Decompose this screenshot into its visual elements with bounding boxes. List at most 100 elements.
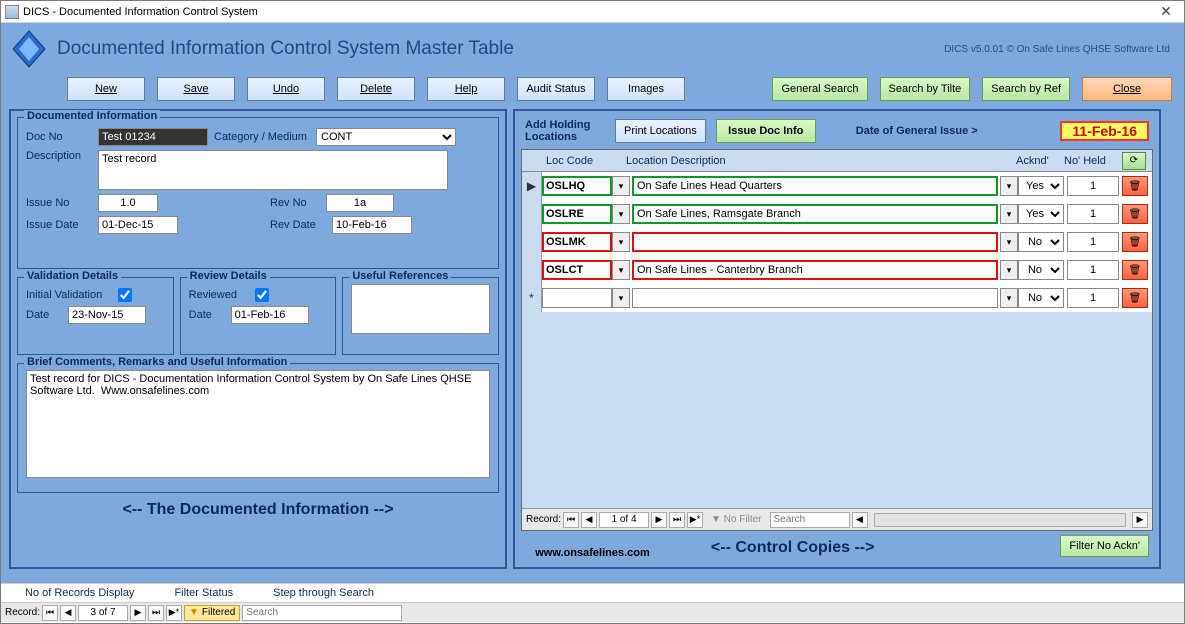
loc-code-dropdown[interactable]: ▾ — [612, 232, 630, 252]
comments-input[interactable]: Test record for DICS - Documentation Inf… — [26, 370, 490, 478]
main-nav-next-button[interactable]: ▶ — [130, 605, 146, 621]
no-held-input[interactable] — [1067, 288, 1119, 308]
images-button[interactable]: Images — [607, 77, 685, 101]
reviewed-checkbox[interactable] — [255, 288, 269, 302]
search-by-title-button[interactable]: Search by Tilte — [880, 77, 971, 101]
grid-hscroll[interactable] — [874, 513, 1127, 527]
search-by-ref-button[interactable]: Search by Ref — [982, 77, 1070, 101]
review-date-input[interactable] — [231, 306, 309, 324]
loc-code-input[interactable] — [542, 288, 612, 308]
main-search-input[interactable] — [242, 605, 402, 621]
save-button[interactable]: Save — [157, 77, 235, 101]
audit-status-button[interactable]: Audit Status — [517, 77, 595, 101]
main-nav-first-button[interactable]: ⏮ — [42, 605, 58, 621]
acknd-select[interactable]: Yes — [1018, 176, 1064, 196]
loc-code-dropdown[interactable]: ▾ — [612, 176, 630, 196]
useful-refs-input[interactable] — [351, 284, 490, 334]
grid-refresh-button[interactable]: ⟳ — [1122, 152, 1146, 170]
row-selector[interactable] — [522, 228, 542, 256]
new-button[interactable]: New — [67, 77, 145, 101]
main-nav-position[interactable] — [78, 605, 128, 621]
status-bar: No of Records Display Filter Status Step… — [1, 583, 1184, 621]
filter-no-ackn-button[interactable]: Filter No Ackn' — [1060, 535, 1149, 557]
row-selector[interactable] — [522, 200, 542, 228]
grid-scroll-left-button[interactable]: ◀ — [852, 512, 868, 528]
grid-nav-first-button[interactable]: ⏮ — [563, 512, 579, 528]
loc-desc-dropdown[interactable]: ▾ — [1000, 288, 1018, 308]
initial-validation-label: Initial Validation — [26, 289, 112, 301]
location-row: ▶▾▾Yes🗑 — [522, 172, 1152, 200]
loc-desc-dropdown[interactable]: ▾ — [1000, 204, 1018, 224]
grid-nav-last-button[interactable]: ⏭ — [669, 512, 685, 528]
loc-code-input[interactable] — [542, 204, 612, 224]
loc-desc-input[interactable] — [632, 288, 998, 308]
acknd-select[interactable]: No — [1018, 232, 1064, 252]
issueno-label: Issue No — [26, 197, 92, 209]
loc-desc-input[interactable] — [632, 260, 998, 280]
loc-desc-input[interactable] — [632, 176, 998, 196]
loc-code-input[interactable] — [542, 232, 612, 252]
close-button[interactable]: Close — [1082, 77, 1172, 101]
acknd-select[interactable]: No — [1018, 260, 1064, 280]
reviewed-label: Reviewed — [189, 289, 249, 301]
filtered-indicator[interactable]: ▼Filtered — [184, 605, 240, 621]
window-close-icon[interactable]: ✕ — [1152, 3, 1180, 20]
loc-code-input[interactable] — [542, 260, 612, 280]
loc-desc-dropdown[interactable]: ▾ — [1000, 176, 1018, 196]
print-locations-button[interactable]: Print Locations — [615, 119, 706, 143]
app-logo-icon — [9, 29, 49, 69]
row-selector[interactable] — [522, 256, 542, 284]
loc-code-input[interactable] — [542, 176, 612, 196]
category-label: Category / Medium — [214, 131, 310, 143]
initial-validation-checkbox[interactable] — [118, 288, 132, 302]
loc-code-dropdown[interactable]: ▾ — [612, 204, 630, 224]
help-button[interactable]: Help — [427, 77, 505, 101]
acknd-select[interactable]: Yes — [1018, 204, 1064, 224]
grid-scroll-right-button[interactable]: ▶ — [1132, 512, 1148, 528]
row-selector[interactable]: ▶ — [522, 172, 542, 200]
general-issue-date-box: 11-Feb-16 — [1060, 121, 1149, 141]
grid-nav-next-button[interactable]: ▶ — [651, 512, 667, 528]
delete-row-button[interactable]: 🗑 — [1122, 204, 1148, 224]
grid-nav-new-button[interactable]: ▶* — [687, 512, 703, 528]
delete-row-button[interactable]: 🗑 — [1122, 232, 1148, 252]
no-held-input[interactable] — [1067, 204, 1119, 224]
docno-input[interactable] — [98, 128, 208, 146]
no-held-input[interactable] — [1067, 260, 1119, 280]
issueno-input[interactable] — [98, 194, 158, 212]
grid-nav-position[interactable] — [599, 512, 649, 528]
no-held-input[interactable] — [1067, 232, 1119, 252]
description-input[interactable]: Test record — [98, 150, 448, 190]
left-section-label: <-- The Documented Information --> — [17, 501, 499, 519]
no-held-input[interactable] — [1067, 176, 1119, 196]
validation-date-input[interactable] — [68, 306, 146, 324]
delete-row-button[interactable]: 🗑 — [1122, 260, 1148, 280]
revno-input[interactable] — [326, 194, 394, 212]
locations-grid: Loc Code Location Description Acknd' No'… — [521, 149, 1153, 531]
loc-code-dropdown[interactable]: ▾ — [612, 260, 630, 280]
main-nav-prev-button[interactable]: ◀ — [60, 605, 76, 621]
grid-nav-prev-button[interactable]: ◀ — [581, 512, 597, 528]
issuedate-input[interactable] — [98, 216, 178, 234]
delete-row-button[interactable]: 🗑 — [1122, 288, 1148, 308]
row-selector-new[interactable]: * — [522, 284, 542, 312]
loc-desc-dropdown[interactable]: ▾ — [1000, 232, 1018, 252]
delete-row-button[interactable]: 🗑 — [1122, 176, 1148, 196]
grid-search-input[interactable] — [770, 512, 850, 528]
revdate-input[interactable] — [332, 216, 412, 234]
grid-nofilter-label: ▼ No Filter — [711, 514, 761, 525]
delete-button[interactable]: Delete — [337, 77, 415, 101]
col-no-held: No' Held — [1060, 155, 1118, 167]
loc-desc-dropdown[interactable]: ▾ — [1000, 260, 1018, 280]
loc-desc-input[interactable] — [632, 204, 998, 224]
loc-desc-input[interactable] — [632, 232, 998, 252]
category-select[interactable]: CONT — [316, 128, 456, 146]
loc-code-dropdown[interactable]: ▾ — [612, 288, 630, 308]
acknd-select[interactable]: No — [1018, 288, 1064, 308]
issue-doc-info-button[interactable]: Issue Doc Info — [716, 119, 816, 143]
undo-button[interactable]: Undo — [247, 77, 325, 101]
website-label: www.onsafelines.com — [535, 547, 650, 559]
main-nav-last-button[interactable]: ⏭ — [148, 605, 164, 621]
general-search-button[interactable]: General Search — [772, 77, 867, 101]
main-nav-new-button[interactable]: ▶* — [166, 605, 182, 621]
